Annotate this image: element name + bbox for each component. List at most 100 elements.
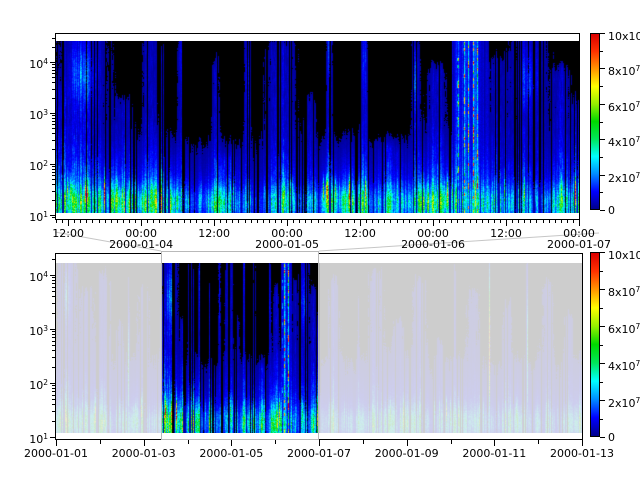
x-minor-tick — [445, 220, 446, 223]
colorbar-tick — [600, 308, 603, 309]
x-minor-tick — [336, 220, 337, 223]
y-minor-tick — [52, 200, 55, 201]
x-tick — [363, 440, 364, 444]
zoom-panel-spectrogram[interactable] — [56, 41, 579, 213]
y-tick — [50, 275, 55, 276]
colorbar-tick-label: 10x107 — [608, 28, 640, 42]
x-date-label: 2000-01-04 — [109, 239, 173, 250]
x-minor-tick — [524, 220, 525, 223]
colorbar-tick — [600, 437, 605, 438]
x-date-label: 2000-01-13 — [550, 448, 614, 459]
x-minor-tick — [421, 220, 422, 223]
y-tick-label: 102 — [29, 377, 48, 391]
x-minor-tick — [165, 220, 166, 223]
x-minor-tick — [311, 220, 312, 223]
y-minor-tick — [52, 121, 55, 122]
colorbar-tick — [600, 33, 605, 34]
colorbar-tick — [600, 175, 605, 176]
y-minor-tick — [52, 331, 55, 332]
colorbar-tick — [600, 86, 603, 87]
x-minor-tick — [105, 220, 106, 223]
y-minor-tick — [52, 367, 55, 368]
y-minor-tick — [52, 303, 55, 304]
y-minor-tick — [52, 98, 55, 99]
x-minor-tick — [172, 220, 173, 223]
x-tick — [231, 440, 232, 446]
x-minor-tick — [159, 220, 160, 223]
x-date-label: 2000-01-07 — [287, 448, 351, 459]
y-tick-label: 103 — [29, 107, 48, 121]
x-tick — [582, 440, 583, 446]
x-minor-tick — [427, 220, 428, 223]
y-minor-tick — [52, 283, 55, 284]
x-minor-tick — [536, 220, 537, 223]
y-minor-tick — [52, 67, 55, 68]
y-minor-tick — [52, 277, 55, 278]
x-minor-tick — [226, 220, 227, 223]
y-minor-tick — [52, 184, 55, 185]
y-minor-tick — [52, 166, 55, 167]
y-minor-tick — [52, 388, 55, 389]
x-minor-tick — [80, 220, 81, 223]
y-tick-label: 104 — [29, 269, 48, 283]
colorbar-tick — [600, 252, 605, 253]
y-minor-tick — [52, 64, 55, 65]
x-minor-tick — [299, 220, 300, 223]
x-minor-tick — [269, 220, 270, 223]
y-minor-tick — [52, 73, 55, 74]
x-minor-tick — [293, 220, 294, 223]
y-minor-tick — [52, 128, 55, 129]
x-tick — [407, 440, 408, 446]
y-minor-tick — [52, 337, 55, 338]
x-tick — [494, 440, 495, 446]
x-minor-tick — [354, 220, 355, 223]
x-minor-tick — [196, 220, 197, 223]
x-minor-tick — [251, 220, 252, 223]
x-minor-tick — [439, 220, 440, 223]
x-minor-tick — [99, 220, 100, 223]
x-minor-tick — [573, 220, 574, 223]
x-minor-tick — [342, 220, 343, 223]
x-tick — [451, 440, 452, 444]
colorbar-tick — [600, 104, 605, 105]
x-minor-tick — [561, 220, 562, 223]
x-minor-tick — [579, 220, 580, 223]
x-minor-tick — [494, 220, 495, 223]
context-panel-spectrogram[interactable] — [56, 263, 582, 433]
x-minor-tick — [111, 220, 112, 223]
colorbar-tick-label: 6x107 — [608, 99, 640, 113]
y-minor-tick — [52, 70, 55, 71]
y-minor-tick — [52, 357, 55, 358]
y-tick-label: 103 — [29, 323, 48, 337]
x-minor-tick — [141, 220, 142, 223]
x-date-label: 2000-01-09 — [375, 448, 439, 459]
y-minor-tick — [52, 280, 55, 281]
x-tick — [319, 440, 320, 446]
selection-box[interactable] — [161, 251, 319, 440]
x-minor-tick — [488, 220, 489, 223]
x-minor-tick — [56, 220, 57, 223]
x-date-label: 2000-01-01 — [24, 448, 88, 459]
y-minor-tick — [52, 334, 55, 335]
x-tick-label: 12:00 — [52, 228, 84, 239]
x-minor-tick — [275, 220, 276, 223]
colorbar-tick — [600, 363, 605, 364]
y-minor-tick — [52, 391, 55, 392]
y-minor-tick — [52, 399, 55, 400]
x-minor-tick — [190, 220, 191, 223]
x-minor-tick — [208, 220, 209, 223]
x-minor-tick — [62, 220, 63, 223]
x-minor-tick — [470, 220, 471, 223]
x-minor-tick — [202, 220, 203, 223]
x-minor-tick — [567, 220, 568, 223]
x-minor-tick — [263, 220, 264, 223]
x-tick — [100, 440, 101, 444]
y-minor-tick — [52, 179, 55, 180]
spectrogram-figure: 10110210310410110210310412:0000:002000-0… — [0, 0, 640, 480]
y-minor-tick — [52, 341, 55, 342]
y-minor-tick — [52, 115, 55, 116]
x-minor-tick — [409, 220, 410, 223]
x-minor-tick — [384, 220, 385, 223]
y-minor-tick — [52, 140, 55, 141]
x-minor-tick — [518, 220, 519, 223]
